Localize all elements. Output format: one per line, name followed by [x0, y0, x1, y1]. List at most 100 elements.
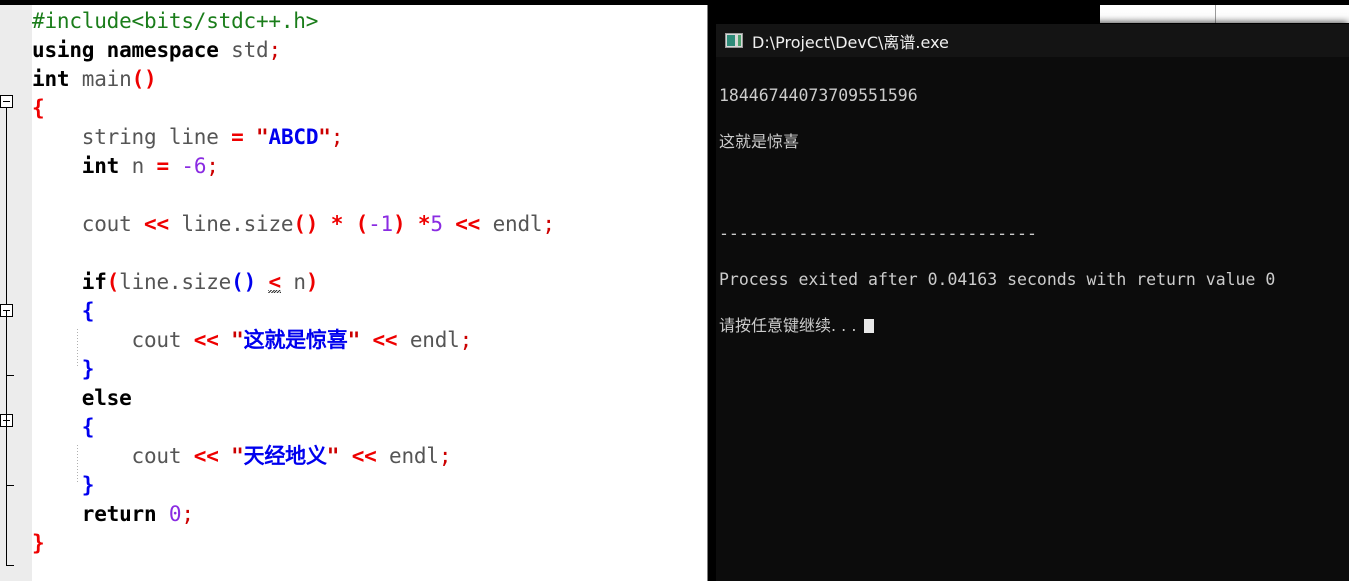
- token-if-paren-open: (: [106, 270, 120, 294]
- token-less-than-error: <: [268, 270, 281, 294]
- token-brace-close-else: }: [81, 473, 95, 497]
- token-endl-16: endl: [389, 444, 439, 468]
- token-paren-main: (): [131, 67, 157, 91]
- token-size-call-10: line.size: [119, 270, 232, 294]
- code-line-14[interactable]: else: [32, 384, 708, 413]
- code-text-area[interactable]: #include<bits/stdc++.h> using namespace …: [32, 5, 708, 581]
- code-line-6[interactable]: int n = -6;: [32, 152, 708, 181]
- code-line-17[interactable]: }: [32, 471, 708, 500]
- token-if-kw: if: [81, 270, 107, 294]
- code-line-16[interactable]: cout << "天经地义" << endl;: [32, 442, 708, 471]
- token-using: using: [32, 38, 95, 62]
- console-window[interactable]: D:\Project\DevC\离谱.exe 18446744073709551…: [716, 24, 1349, 581]
- code-line-13[interactable]: }: [32, 355, 708, 384]
- token-namespace: namespace: [106, 38, 219, 62]
- code-line-4[interactable]: {: [32, 94, 708, 123]
- token-cout-8: cout: [81, 212, 132, 236]
- token-n-ref: n: [293, 270, 306, 294]
- token-shift-12a: <<: [193, 328, 219, 352]
- token-star-8b: *: [417, 212, 431, 236]
- token-brace-close-if: }: [81, 357, 95, 381]
- console-line-number: 18446744073709551596: [719, 86, 918, 105]
- token-semicolon-12: ;: [459, 328, 473, 352]
- console-separator: --------------------------------: [719, 224, 1037, 243]
- token-brace-open-else: {: [81, 415, 95, 439]
- token-main: main: [81, 67, 132, 91]
- editor-gutter[interactable]: [0, 5, 32, 581]
- editor-right-border: [707, 5, 708, 581]
- indent-guide-else: [77, 445, 78, 483]
- token-surprise-literal: 这就是惊喜: [243, 328, 348, 352]
- token-paren-close-8: ): [392, 212, 406, 236]
- console-title-text: D:\Project\DevC\离谱.exe: [752, 32, 949, 52]
- token-quote-close-surprise: ": [347, 328, 361, 352]
- console-press-key-message: 请按任意键继续. . .: [719, 314, 1349, 337]
- code-line-2[interactable]: using namespace std;: [32, 36, 708, 65]
- code-line-3[interactable]: int main(): [32, 65, 708, 94]
- token-shift-16b: <<: [351, 444, 377, 468]
- console-line-surprise: 这就是惊喜: [719, 132, 800, 151]
- token-n-var: n: [131, 154, 145, 178]
- code-line-18[interactable]: return 0;: [32, 500, 708, 529]
- token-minus-six: -6: [181, 154, 207, 178]
- token-cout-12: cout: [131, 328, 182, 352]
- token-semicolon-18: ;: [181, 502, 194, 526]
- token-string-type: string: [81, 125, 157, 149]
- token-paren-open-8: (: [355, 212, 369, 236]
- token-natural-literal: 天经地义: [243, 444, 327, 468]
- token-semicolon-2: ;: [268, 38, 281, 62]
- code-line-7-blank[interactable]: [32, 181, 708, 210]
- fold-range-line-main-lower: [6, 313, 7, 566]
- fold-end-tick-main: [6, 565, 14, 566]
- token-line-var: line: [168, 125, 219, 149]
- token-quote-open-abcd: ": [256, 125, 269, 149]
- code-line-1[interactable]: #include<bits/stdc++.h>: [32, 7, 708, 36]
- token-size-call-8: line.size: [181, 212, 294, 236]
- fold-marker-main[interactable]: [0, 95, 13, 108]
- token-size-paren-10: (): [231, 270, 257, 294]
- token-shift-8a: <<: [144, 212, 169, 236]
- token-semicolon-6: ;: [206, 154, 219, 178]
- code-line-19[interactable]: }: [32, 529, 708, 558]
- code-editor-pane[interactable]: #include<bits/stdc++.h> using namespace …: [0, 5, 708, 581]
- token-minus-one: -1: [368, 212, 393, 236]
- fold-range-line-main: [6, 101, 7, 313]
- token-brace-close-main: }: [32, 531, 45, 555]
- token-shift-16a: <<: [193, 444, 219, 468]
- token-semicolon-5: ;: [330, 125, 344, 149]
- token-endl-8: endl: [492, 212, 543, 236]
- token-quote-close-abcd: ": [318, 125, 331, 149]
- press-key-text: 请按任意键继续. . .: [719, 316, 857, 335]
- token-int-n: int: [81, 154, 120, 178]
- token-quote-close-natural: ": [326, 444, 340, 468]
- toolbar-fragment-left: [1100, 5, 1215, 23]
- token-if-paren-close: ): [305, 270, 319, 294]
- token-star-8a: *: [330, 212, 344, 236]
- code-line-15[interactable]: {: [32, 413, 708, 442]
- token-five: 5: [430, 212, 443, 236]
- code-line-10[interactable]: if(line.size() < n): [32, 268, 708, 297]
- token-size-paren-8: (): [293, 212, 319, 236]
- token-cout-16: cout: [131, 444, 182, 468]
- toolbar-divider: [1215, 5, 1216, 23]
- code-line-8[interactable]: cout << line.size() * (-1) *5 << endl;: [32, 210, 708, 239]
- code-line-11[interactable]: {: [32, 297, 708, 326]
- token-endl-12: endl: [409, 328, 460, 352]
- fold-end-tick-else: [6, 485, 14, 486]
- token-int-kw: int: [32, 67, 70, 91]
- token-semicolon-8: ;: [542, 212, 555, 236]
- token-zero: 0: [168, 502, 182, 526]
- token-quote-open-natural: ": [231, 444, 244, 468]
- console-output-area[interactable]: 18446744073709551596 这就是惊喜 -------------…: [716, 57, 1349, 383]
- token-assign-6: =: [156, 154, 169, 178]
- console-title-bar[interactable]: D:\Project\DevC\离谱.exe: [716, 24, 1349, 57]
- toolbar-fragment-right: [1216, 5, 1349, 23]
- fold-end-tick-if: [6, 375, 14, 376]
- code-line-5[interactable]: string line = "ABCD";: [32, 123, 708, 152]
- token-brace-open-if: {: [81, 299, 95, 323]
- code-line-12[interactable]: cout << "这就是惊喜" << endl;: [32, 326, 708, 355]
- console-exit-message: Process exited after 0.04163 seconds wit…: [719, 270, 1276, 289]
- code-line-9-blank[interactable]: [32, 239, 708, 268]
- token-include: #include<bits/stdc++.h>: [32, 9, 319, 33]
